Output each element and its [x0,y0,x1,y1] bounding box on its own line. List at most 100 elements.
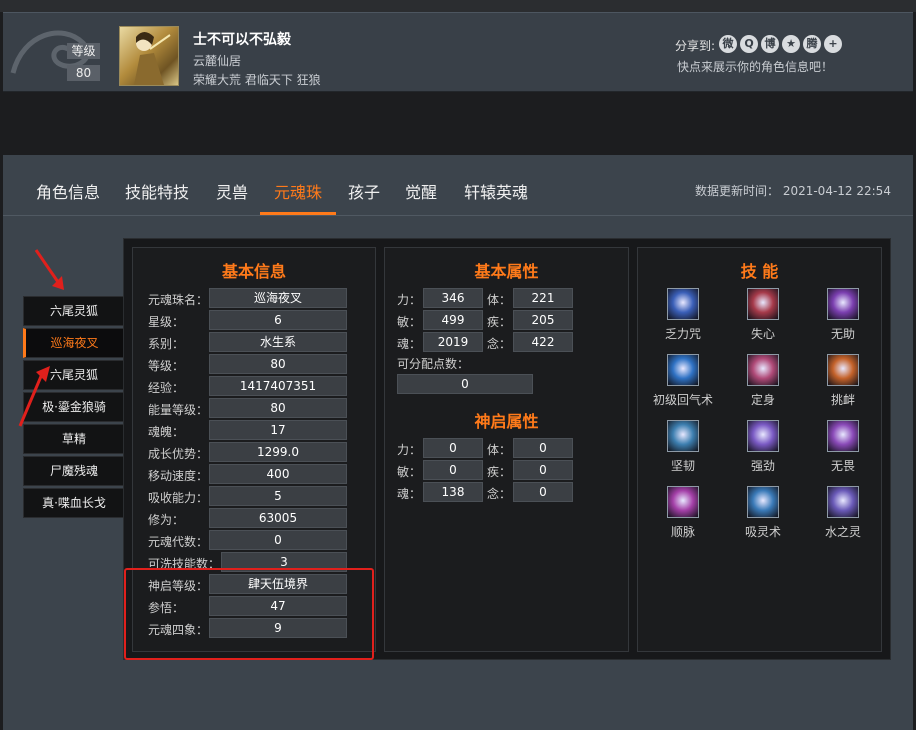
skill-icon [667,420,699,452]
info-label: 能量等级： [148,403,209,417]
skill-icon [667,288,699,320]
orb-item[interactable]: 真·喋血长戈 [23,488,125,518]
attr-value: 346 [423,288,483,308]
info-label: 星级： [148,315,185,329]
skill-name: 水之灵 [824,525,861,539]
info-value: 6 [209,310,347,330]
info-label: 系别： [148,337,185,351]
tab-skills[interactable]: 技能特技 [125,179,189,203]
points-value: 0 [397,374,533,394]
tab-awakening[interactable]: 觉醒 [405,179,437,203]
skill-icon [827,420,859,452]
skill-icon [747,354,779,386]
tab-xuanyuan-heroes[interactable]: 轩辕英魂 [464,179,528,203]
skill-icon [747,420,779,452]
info-label: 移动速度： [148,469,209,483]
attr-value: 221 [513,288,573,308]
share-icons: 微 Q 博 ★ 腾 + [719,35,842,53]
info-label: 魂魄： [148,425,185,439]
tab-children[interactable]: 孩子 [348,179,380,203]
wechat-icon[interactable]: 微 [719,35,737,53]
skill-item[interactable]: 失心 [733,288,793,342]
update-time: 数据更新时间： 2021-04-12 22:54 [695,184,891,198]
attr-label: 念： [487,337,512,351]
share-label: 分享到: [675,39,716,53]
info-value: 17 [209,420,347,440]
skill-icon [827,354,859,386]
attr-value: 2019 [423,332,483,352]
info-value: 63005 [209,508,347,528]
info-label: 成长优势： [148,447,209,461]
orb-item[interactable]: 尸魔残魂 [23,456,125,486]
skill-item[interactable]: 吸灵术 [733,486,793,540]
tab-character-info[interactable]: 角色信息 [36,179,100,203]
info-label: 吸收能力： [148,491,209,505]
basic-info-title: 基本信息 [221,262,286,281]
attr-value: 0 [513,460,573,480]
basic-attr-box: 基本属性 力： 346 体： 221 敏： 499 疾： 205 魂： 2019 念： 422 可分配… [384,247,629,652]
qzone-icon[interactable]: ★ [782,35,800,53]
shenqi-attr-title: 神启属性 [474,412,539,431]
character-titles: 荣耀大荒 君临天下 狂狼 [193,73,321,87]
attr-label: 敏： [397,465,422,479]
skill-item[interactable]: 初级回气术 [653,354,713,408]
info-label: 元魂珠名： [148,293,209,307]
attr-value: 0 [423,460,483,480]
character-server: 云麓仙居 [193,54,242,68]
skill-icon [667,354,699,386]
info-label: 修为： [148,513,185,527]
attr-label: 力： [397,443,422,457]
basic-attr-title: 基本属性 [474,262,539,281]
orb-item-selected[interactable]: 巡海夜叉 [23,328,124,358]
attr-label: 力： [397,293,422,307]
skill-name: 坚韧 [670,459,695,473]
weibo-icon[interactable]: 博 [761,35,779,53]
info-value: 巡海夜叉 [209,288,347,308]
attr-label: 体： [487,293,512,307]
info-value: 水生系 [209,332,347,352]
skills-box: 技 能 乏力咒 失心 无助初级回气术 定身 挑衅坚韧 强劲 无畏顺脉 吸灵术 水之灵 [637,247,882,652]
skill-name: 初级回气术 [653,393,714,407]
skill-item[interactable]: 坚韧 [653,420,713,474]
skill-item[interactable]: 顺脉 [653,486,713,540]
skill-item[interactable]: 定身 [733,354,793,408]
info-value: 5 [209,486,347,506]
skills-title: 技 能 [740,262,779,281]
skill-item[interactable]: 无助 [813,288,873,342]
active-tab-indicator [260,212,336,215]
tab-bar: 角色信息 技能特技 灵兽 元魂珠 孩子 觉醒 轩辕英魂 数据更新时间： 2021… [3,155,913,216]
plus-icon[interactable]: + [824,35,842,53]
skill-name: 挑衅 [830,393,855,407]
arrow-up-icon [18,366,50,427]
tencent-icon[interactable]: 腾 [803,35,821,53]
attr-label: 体： [487,443,512,457]
info-value: 80 [209,354,347,374]
attr-label: 魂： [397,337,422,351]
character-header: 等级 80 士不可以不弘毅 云麓仙居 荣耀大荒 君临天下 狂狼 分享到: 微 Q… [3,12,913,92]
skill-name: 无助 [830,327,855,341]
attr-value: 0 [423,438,483,458]
skill-item[interactable]: 挑衅 [813,354,873,408]
skill-name: 失心 [750,327,775,341]
skill-item[interactable]: 水之灵 [813,486,873,540]
info-label: 经验： [148,381,185,395]
attr-label: 念： [487,487,512,501]
tab-soul-orb[interactable]: 元魂珠 [274,179,322,203]
attr-label: 疾： [487,465,512,479]
orb-item[interactable]: 六尾灵狐 [23,296,125,326]
attr-value: 422 [513,332,573,352]
skill-item[interactable]: 强劲 [733,420,793,474]
skill-item[interactable]: 乏力咒 [653,288,713,342]
skill-icon [827,486,859,518]
skill-name: 无畏 [830,459,855,473]
info-value: 1417407351 [209,376,347,396]
skill-item[interactable]: 无畏 [813,420,873,474]
skill-name: 乏力咒 [664,327,701,341]
level-label: 等级 [67,43,100,59]
info-value: 0 [209,530,347,550]
skill-icon [747,288,779,320]
attr-value: 0 [513,438,573,458]
qq-icon[interactable]: Q [740,35,758,53]
skill-name: 顺脉 [670,525,695,539]
tab-pets[interactable]: 灵兽 [216,179,248,203]
